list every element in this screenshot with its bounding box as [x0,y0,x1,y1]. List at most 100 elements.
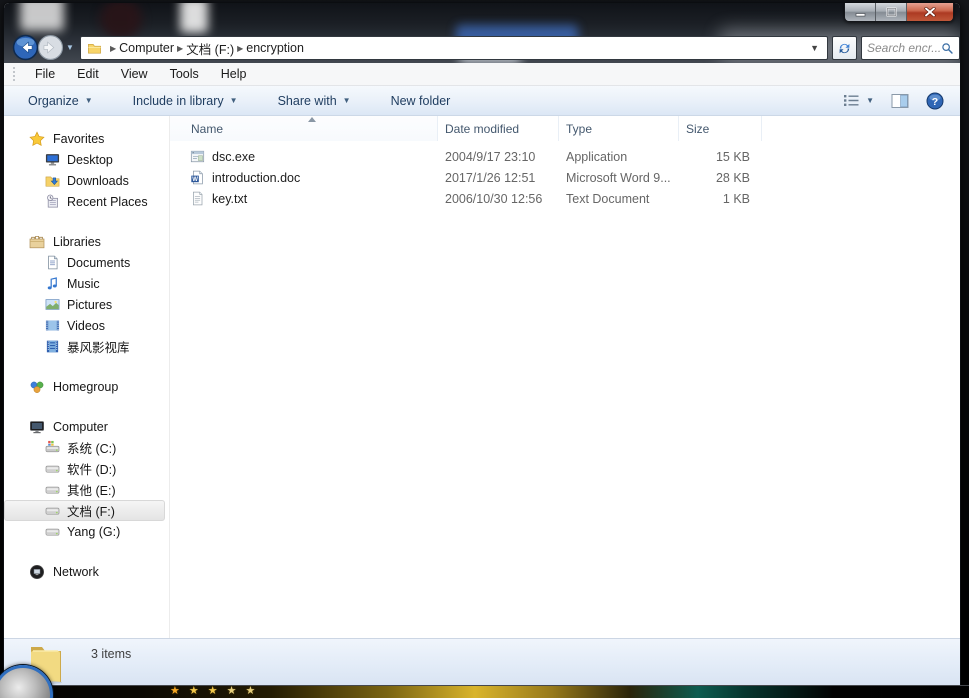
sidebar-item-f[interactable]: 文档 (F:) [4,500,165,521]
sidebar-item-videos[interactable]: Videos [4,315,165,336]
file-size-cell: 28 KB [679,171,762,185]
media-library-icon [45,339,60,354]
views-button[interactable]: ▼ [843,93,874,108]
column-header-name[interactable]: Name [170,116,438,141]
file-size-cell: 15 KB [679,150,762,164]
background-blur-blob [20,3,64,31]
sidebar-label: Favorites [53,132,104,146]
file-name-cell[interactable]: dsc.exe [170,149,438,164]
search-box[interactable] [861,36,960,60]
sidebar-item-recent-places[interactable]: Recent Places [4,191,165,212]
search-icon[interactable] [941,42,954,55]
file-name: key.txt [212,192,247,206]
sidebar-item-homegroup[interactable]: Homegroup [4,376,169,397]
sidebar-item-libraries[interactable]: Libraries [4,231,169,252]
refresh-icon [837,41,852,56]
recent-pages-chevron-icon[interactable]: ▼ [66,43,74,52]
file-name-cell[interactable]: Wintroduction.doc [170,170,438,185]
star-icon: ★ [227,686,237,697]
sidebar-label: 文档 (F:) [67,501,115,520]
sidebar-label: Documents [67,256,130,270]
breadcrumb-separator-icon[interactable]: ▶ [107,44,119,53]
close-button[interactable] [907,3,953,21]
command-label: New folder [391,94,451,108]
command-include-in-library[interactable]: Include in library▼ [133,94,238,108]
file-list: dsc.exe 2004/9/17 23:10Application15 KB Wi… [170,141,960,209]
sidebar-item-music[interactable]: Music [4,273,165,294]
sidebar-item-downloads[interactable]: Downloads [4,170,165,191]
refresh-button[interactable] [832,36,857,60]
sidebar-label: Music [67,277,100,291]
network-icon [29,564,45,580]
maximize-button[interactable] [876,3,907,21]
breadcrumb-separator-icon[interactable]: ▶ [174,44,186,53]
menu-item-file[interactable]: File [24,67,66,81]
computer-icon [29,419,45,435]
sidebar-item-item[interactable]: 暴风影视库 [4,336,165,357]
sidebar-label: Videos [67,319,105,333]
file-name-cell[interactable]: key.txt [170,191,438,206]
breadcrumb-item-computer[interactable]: Computer [119,41,174,55]
documents-icon [45,255,60,270]
command-new-folder[interactable]: New folder [391,94,451,108]
column-headers: NameDate modifiedTypeSize [170,116,960,141]
sidebar-item-yang-g[interactable]: Yang (G:) [4,521,165,542]
menu-item-view[interactable]: View [110,67,159,81]
navigation-pane: Favorites Desktop Downloads Recent Places Li… [4,116,170,638]
sidebar-label: Libraries [53,235,101,249]
file-type-cell: Application [559,150,679,164]
command-share-with[interactable]: Share with▼ [278,94,351,108]
sidebar-item-c[interactable]: 系统 (C:) [4,437,165,458]
sidebar-item-desktop[interactable]: Desktop [4,149,165,170]
menu-item-edit[interactable]: Edit [66,67,110,81]
help-button[interactable]: ? [926,92,944,110]
file-name: introduction.doc [212,171,300,185]
address-bar[interactable]: ▶Computer▶文档 (F:)▶encryption ▼ [80,36,828,60]
background-blur-blob [100,3,142,39]
back-button[interactable] [12,34,39,61]
address-dropdown-chevron-icon[interactable]: ▼ [810,43,821,53]
breadcrumb-separator-icon[interactable]: ▶ [234,44,246,53]
menu-item-tools[interactable]: Tools [159,67,210,81]
drive-icon [45,503,60,518]
column-header-size[interactable]: Size [679,116,762,141]
star-icon: ★ [189,686,199,697]
column-header-type[interactable]: Type [559,116,679,141]
breadcrumb-item-f[interactable]: 文档 (F:) [186,39,234,58]
file-row-key-txt[interactable]: key.txt2006/10/30 12:56Text Document1 KB [170,188,960,209]
drive-icon [45,524,60,539]
sidebar-item-computer[interactable]: Computer [4,416,169,437]
minimize-button[interactable] [845,3,876,21]
file-date-cell: 2006/10/30 12:56 [438,192,559,206]
file-date-cell: 2017/1/26 12:51 [438,171,559,185]
file-name: dsc.exe [212,150,255,164]
forward-button[interactable] [37,34,64,61]
search-input[interactable] [867,41,941,55]
drive-icon [45,461,60,476]
sidebar-label: Computer [53,420,108,434]
help-icon: ? [926,92,944,110]
breadcrumb-item-encryption[interactable]: encryption [246,41,304,55]
sidebar-item-documents[interactable]: Documents [4,252,165,273]
file-row-dsc-exe[interactable]: dsc.exe 2004/9/17 23:10Application15 KB [170,146,960,167]
sidebar-label: Network [53,565,99,579]
sidebar-group-favorites: Favorites Desktop Downloads Recent Places [4,128,169,212]
file-date-cell: 2004/9/17 23:10 [438,150,559,164]
command-organize[interactable]: Organize▼ [28,94,93,108]
sidebar-label: Desktop [67,153,113,167]
file-row-introduction-doc[interactable]: Wintroduction.doc2017/1/26 12:51Microsof… [170,167,960,188]
menu-item-help[interactable]: Help [210,67,258,81]
preview-pane-button[interactable] [891,93,909,109]
sidebar-group-network: Network [4,561,169,582]
title-bar: ▼ ▶Computer▶文档 (F:)▶encryption ▼ [4,3,960,63]
sidebar-label: Downloads [67,174,129,188]
sidebar-item-network[interactable]: Network [4,561,169,582]
svg-text:?: ? [932,96,938,108]
minimize-icon [855,8,866,17]
recent-places-icon [45,194,60,209]
sidebar-item-d[interactable]: 软件 (D:) [4,458,165,479]
sidebar-item-e[interactable]: 其他 (E:) [4,479,165,500]
sidebar-item-favorites[interactable]: Favorites [4,128,169,149]
column-header-date-modified[interactable]: Date modified [438,116,559,141]
sidebar-item-pictures[interactable]: Pictures [4,294,165,315]
